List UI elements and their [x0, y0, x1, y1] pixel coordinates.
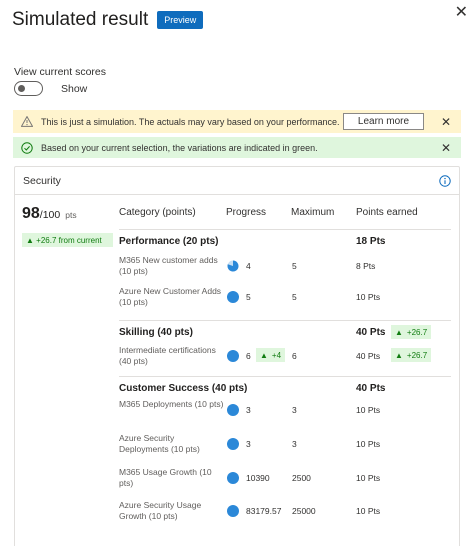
table-row: Azure Security Usage Growth (10 pts) 8317… — [119, 500, 451, 524]
view-scores-toggle[interactable] — [14, 81, 43, 96]
maximum-value: 3 — [292, 405, 297, 415]
progress-value: 4 — [246, 261, 251, 271]
score-delta-badge: ▲ +26.7 from current — [22, 233, 113, 247]
card-header: Security — [15, 167, 459, 195]
col-category: Category (points) — [119, 207, 196, 218]
table-row: Intermediate certifications (40 pts) 6 ▲ +4… — [119, 345, 451, 369]
row-name: M365 Deployments (10 pts) — [119, 399, 224, 409]
maximum-value: 5 — [292, 292, 297, 302]
progress-value: 10390 — [246, 473, 270, 483]
points-earned-value: 8 Pts — [356, 261, 376, 271]
points-earned-value: 10 Pts — [356, 292, 381, 302]
progress-dot — [227, 404, 239, 416]
security-card: Security 98 /100 pts ▲ +26.7 from curren… — [14, 166, 460, 546]
progress-dot — [227, 350, 239, 362]
view-scores-label: View current scores — [14, 66, 107, 78]
section-points: 40 Pts — [356, 327, 386, 338]
progress-value: 3 — [246, 439, 251, 449]
maximum-value: 5 — [292, 261, 297, 271]
table-row: M365 Deployments (10 pts) 3 3 10 Pts — [119, 399, 451, 423]
panel-header: Simulated result Preview — [12, 6, 464, 34]
points-earned-value: 10 Pts — [356, 405, 381, 415]
points-earned-value: 40 Pts — [356, 351, 381, 361]
progress-value: 83179.57 — [246, 506, 282, 516]
warning-text: This is just a simulation. The actuals m… — [41, 116, 340, 127]
section-title: Performance (20 pts) — [119, 236, 219, 247]
progress-delta-badge: ▲ +4 — [256, 348, 286, 362]
col-maximum: Maximum — [291, 207, 335, 218]
points-earned-value: 10 Pts — [356, 439, 381, 449]
section-title: Customer Success (40 pts) — [119, 383, 248, 394]
points-earned-value: 10 Pts — [356, 506, 381, 516]
section-title: Skilling (40 pts) — [119, 327, 193, 338]
points-delta-badge-text: +26.7 — [406, 350, 428, 360]
toggle-label: Show — [61, 82, 88, 95]
points-earned-value: 10 Pts — [356, 473, 381, 483]
score-value: 98 — [22, 205, 40, 222]
score-total: /100 — [39, 209, 61, 221]
category-section: Skilling (40 pts) 40 Pts ▲ +26.7 Intermediat… — [119, 320, 451, 376]
progress-value: 5 — [246, 292, 251, 302]
maximum-value: 25000 — [292, 506, 316, 516]
info-icon[interactable] — [439, 174, 451, 187]
section-points: 18 Pts — [356, 236, 386, 247]
row-name: Azure Security Usage Growth (10 pts) — [119, 500, 202, 521]
close-icon[interactable]: ✕ — [438, 141, 454, 155]
points-delta-badge: ▲ +26.7 — [391, 348, 432, 362]
maximum-value: 6 — [292, 351, 297, 361]
progress-delta-badge-text: +4 — [271, 350, 282, 360]
score-unit: pts — [65, 210, 77, 220]
table-row: M365 Usage Growth (10 pts) 10390 2500 10 Pt… — [119, 467, 451, 491]
progress-dot — [227, 438, 239, 450]
progress-value: 3 — [246, 405, 251, 415]
close-panel-icon[interactable]: ✕ — [455, 2, 468, 22]
col-points-earned: Points earned — [356, 207, 418, 218]
up-arrow-icon: ▲ — [260, 350, 268, 360]
learn-more-button[interactable]: Learn more — [343, 113, 424, 130]
category-section: Performance (20 pts) 18 Pts M365 New custo… — [119, 229, 451, 320]
success-text: Based on your current selection, the var… — [41, 142, 318, 153]
section-points: 40 Pts — [356, 383, 386, 394]
page-title: Simulated result — [12, 9, 149, 30]
view-scores-toggle-row: Show — [14, 81, 87, 96]
table-row: Azure Security Deployments (10 pts) 3 3 10 … — [119, 433, 451, 457]
progress-dot — [227, 472, 239, 484]
row-name: M365 Usage Growth (10 pts) — [119, 467, 212, 488]
maximum-value: 3 — [292, 439, 297, 449]
maximum-value: 2500 — [292, 473, 311, 483]
warning-banner: This is just a simulation. The actuals m… — [13, 110, 461, 133]
card-title: Security — [23, 174, 61, 187]
close-icon[interactable]: ✕ — [438, 115, 454, 129]
row-name: Intermediate certifications (40 pts) — [119, 345, 216, 366]
preview-badge: Preview — [157, 11, 204, 29]
category-section: Customer Success (40 pts) 40 Pts M365 Depl… — [119, 376, 451, 536]
table-row: M365 New customer adds (10 pts) 4 5 8 Pts — [119, 255, 451, 279]
up-arrow-icon: ▲ — [26, 235, 34, 245]
row-name: Azure New Customer Adds (10 pts) — [119, 286, 222, 307]
warning-icon — [13, 116, 41, 127]
check-circle-icon — [13, 141, 41, 154]
toggle-knob — [18, 85, 25, 92]
progress-pie — [227, 260, 239, 272]
progress-dot — [227, 291, 239, 303]
progress-value: 6 — [246, 351, 251, 361]
score-delta-text: +26.7 from current — [36, 235, 102, 245]
row-name: M365 New customer adds (10 pts) — [119, 255, 218, 276]
up-arrow-icon: ▲ — [395, 327, 403, 337]
section-delta-badge-text: +26.7 — [406, 327, 428, 337]
progress-dot — [227, 505, 239, 517]
success-banner: Based on your current selection, the var… — [13, 137, 461, 158]
table-row: Azure New Customer Adds (10 pts) 5 5 10 Pts — [119, 286, 451, 310]
total-score: 98 /100 pts — [22, 205, 77, 223]
up-arrow-icon: ▲ — [395, 350, 403, 360]
col-progress: Progress — [226, 207, 267, 218]
row-name: Azure Security Deployments (10 pts) — [119, 433, 200, 454]
section-delta-badge: ▲ +26.7 — [391, 325, 432, 339]
